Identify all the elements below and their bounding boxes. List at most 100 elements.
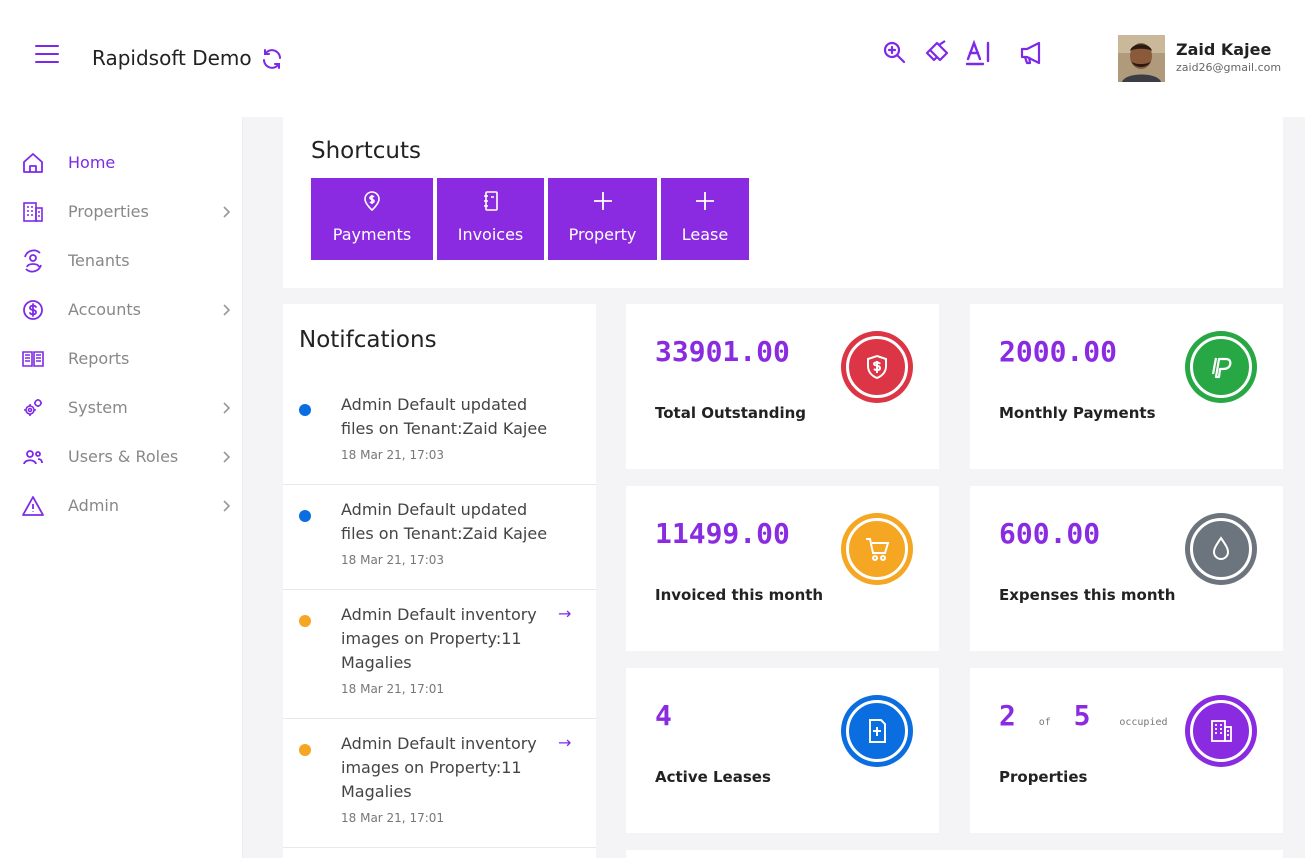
sidebar-item-tenants[interactable]: Tenants	[0, 241, 243, 281]
total-count: 5	[1073, 699, 1091, 732]
refresh-icon[interactable]	[260, 47, 284, 71]
sidebar-item-system[interactable]: System	[0, 388, 243, 428]
sidebar-item-home[interactable]: Home	[0, 143, 243, 183]
next-card-edge	[626, 850, 1283, 858]
stat-badge	[1185, 513, 1257, 585]
status-dot	[299, 744, 311, 756]
megaphone-icon[interactable]	[1018, 39, 1046, 67]
sidebar-item-properties[interactable]: Properties	[0, 192, 243, 232]
sidebar-item-label: Tenants	[68, 251, 130, 270]
list-item[interactable]: Admin Default updated files on Tenant:Za…	[283, 485, 596, 590]
shield-dollar-icon	[867, 354, 887, 380]
warning-icon	[22, 496, 44, 516]
status-dot	[299, 404, 311, 416]
sidebar-item-label: Users & Roles	[68, 447, 179, 466]
sidebar-item-label: Accounts	[68, 300, 141, 319]
sidebar: Home Properties Tenants Accounts Reports…	[0, 117, 243, 858]
list-item[interactable]: Admin Default updated files on Tenant:Za…	[283, 378, 596, 485]
main-content: Shortcuts Payments Invoices Property Lea…	[243, 117, 1305, 858]
building-icon	[1211, 720, 1232, 742]
notification-time: 18 Mar 21, 17:01	[341, 682, 445, 696]
shortcut-label: Property	[568, 225, 637, 244]
notification-text: Admin Default updated files on Tenant:Za…	[341, 395, 548, 438]
sidebar-item-admin[interactable]: Admin	[0, 486, 243, 526]
chevron-right-icon	[223, 402, 231, 414]
stat-badge	[841, 695, 913, 767]
paypal-icon	[1211, 357, 1232, 379]
list-item[interactable]: Admin Default inventory images on Proper…	[283, 719, 596, 848]
plus-icon	[696, 192, 714, 210]
stat-value: 11499.00	[655, 517, 790, 550]
stat-badge	[1185, 331, 1257, 403]
user-email: zaid26@gmail.com	[1176, 61, 1282, 74]
arrow-right-icon[interactable]: →	[558, 733, 571, 752]
sidebar-item-reports[interactable]: Reports	[0, 339, 243, 379]
stat-value: 600.00	[999, 517, 1101, 550]
sidebar-item-label: System	[68, 398, 128, 417]
arrow-right-icon[interactable]: →	[558, 604, 571, 623]
shortcut-label: Lease	[681, 225, 729, 244]
expenses-card[interactable]: 600.00 Expenses this month	[970, 486, 1283, 651]
stat-value: 2 of 5 occupied	[999, 699, 1168, 732]
stat-badge	[1185, 695, 1257, 767]
active-leases-card[interactable]: 4 Active Leases	[626, 668, 939, 833]
stat-badge	[841, 513, 913, 585]
avatar[interactable]	[1118, 35, 1165, 82]
lease-shortcut-button[interactable]: Lease	[661, 178, 749, 260]
tenant-icon	[24, 249, 42, 273]
notifications-card: Notifcations Admin Default updated files…	[283, 304, 596, 858]
cart-icon	[866, 538, 890, 561]
total-outstanding-card[interactable]: 33901.00 Total Outstanding	[626, 304, 939, 469]
status-dot	[299, 615, 311, 627]
properties-card[interactable]: 2 of 5 occupied Properties	[970, 668, 1283, 833]
paint-brush-icon[interactable]	[923, 39, 951, 67]
sidebar-item-label: Home	[68, 153, 116, 172]
app-title: Rapidsoft Demo	[92, 46, 252, 70]
notifications-title: Notifcations	[299, 327, 437, 353]
notebook-icon	[483, 191, 498, 211]
occupied-text: occupied	[1119, 717, 1168, 728]
user-name: Zaid Kajee	[1176, 40, 1272, 59]
home-icon	[23, 153, 43, 173]
zoom-in-icon[interactable]	[881, 39, 909, 67]
document-plus-icon	[869, 719, 886, 743]
users-icon	[23, 450, 43, 465]
sidebar-item-accounts[interactable]: Accounts	[0, 290, 243, 330]
stat-label: Active Leases	[655, 768, 771, 786]
notification-text: Admin Default inventory images on Proper…	[341, 605, 537, 672]
sidebar-item-label: Properties	[68, 202, 149, 221]
shortcuts-title: Shortcuts	[311, 138, 421, 164]
notification-time: 18 Mar 21, 17:03	[341, 553, 445, 567]
status-dot	[299, 510, 311, 522]
stat-label: Monthly Payments	[999, 404, 1156, 422]
invoices-shortcut-button[interactable]: Invoices	[437, 178, 544, 260]
shortcut-label: Invoices	[457, 225, 524, 244]
plus-icon	[593, 192, 612, 210]
shortcut-label: Payments	[332, 225, 412, 244]
property-shortcut-button[interactable]: Property	[548, 178, 657, 260]
stat-badge	[841, 331, 913, 403]
location-dollar-icon	[364, 191, 380, 212]
building-icon	[23, 202, 43, 222]
monthly-payments-card[interactable]: 2000.00 Monthly Payments	[970, 304, 1283, 469]
invoiced-card[interactable]: 11499.00 Invoiced this month	[626, 486, 939, 651]
notification-text: Admin Default updated files on Tenant:Za…	[341, 500, 548, 543]
occupied-count: 2	[999, 699, 1016, 732]
stat-label: Expenses this month	[999, 586, 1176, 604]
shortcuts-card: Shortcuts Payments Invoices Property Lea…	[283, 117, 1283, 288]
drop-icon	[1212, 536, 1230, 560]
menu-toggle-icon[interactable]	[35, 45, 59, 63]
stat-value: 33901.00	[655, 335, 790, 368]
payments-shortcut-button[interactable]: Payments	[311, 178, 433, 260]
book-icon	[22, 351, 44, 367]
stat-label: Properties	[999, 768, 1088, 786]
stat-label: Invoiced this month	[655, 586, 824, 604]
dollar-circle-icon	[23, 300, 43, 320]
sidebar-item-users-roles[interactable]: Users & Roles	[0, 437, 243, 477]
notification-time: 18 Mar 21, 17:01	[341, 811, 445, 825]
of-text: of	[1038, 717, 1051, 728]
list-item[interactable]: Admin Default inventory images on Proper…	[283, 590, 596, 719]
sidebar-item-label: Reports	[68, 349, 130, 368]
chevron-right-icon	[223, 304, 231, 316]
font-size-icon[interactable]	[965, 39, 993, 67]
